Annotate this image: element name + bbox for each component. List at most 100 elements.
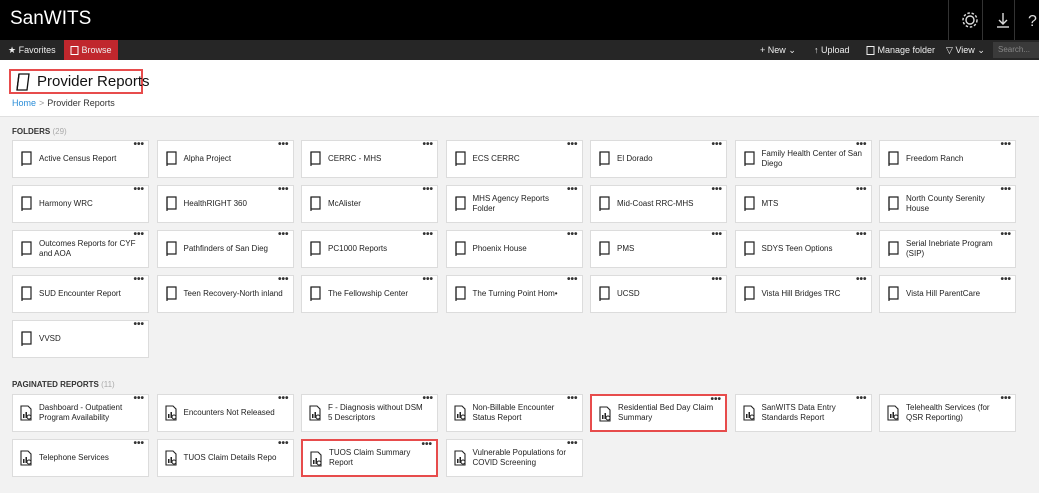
ellipsis-icon[interactable]: ••• (856, 393, 867, 404)
ellipsis-icon[interactable]: ••• (133, 274, 144, 285)
ellipsis-icon[interactable]: ••• (567, 184, 578, 195)
folder-tile[interactable]: North County Serenity House ••• (879, 184, 1016, 223)
gear-icon[interactable] (959, 9, 981, 31)
folder-tile[interactable]: McAlister ••• (301, 184, 438, 223)
folder-tile[interactable]: The Fellowship Center ••• (301, 274, 438, 313)
view-button[interactable]: ▽ View ⌄ (946, 40, 985, 60)
report-tile[interactable]: Telephone Services ••• (12, 438, 149, 477)
report-tile[interactable]: Non-Billable Encounter Status Report ••• (445, 393, 583, 432)
ellipsis-icon[interactable]: ••• (133, 438, 144, 449)
report-tile[interactable]: F - Diagnosis without DSM 5 Descriptors •… (301, 393, 438, 432)
ellipsis-icon[interactable]: ••• (278, 184, 289, 195)
ellipsis-icon[interactable]: ••• (711, 229, 722, 240)
ellipsis-icon[interactable]: ••• (278, 229, 289, 240)
folder-tile[interactable]: UCSD ••• (590, 274, 727, 313)
ellipsis-icon[interactable]: ••• (1000, 393, 1011, 404)
folder-tile[interactable]: Freedom Ranch ••• (879, 139, 1016, 178)
report-icon (453, 405, 467, 421)
folder-tile[interactable]: Pathfinders of San Dieg ••• (156, 229, 294, 268)
folder-tile[interactable]: ECS CERRC ••• (445, 139, 583, 178)
ellipsis-icon[interactable]: ••• (711, 184, 722, 195)
ellipsis-icon[interactable]: ••• (422, 229, 433, 240)
divider (1014, 0, 1015, 40)
folder-tile[interactable]: Teen Recovery-North inland ••• (156, 274, 294, 313)
folder-tile[interactable]: SUD Encounter Report ••• (12, 274, 149, 313)
folder-tile[interactable]: Outcomes Reports for CYF and AOA ••• (12, 229, 149, 268)
ellipsis-icon[interactable]: ••• (1000, 229, 1011, 240)
tile-label: Encounters Not Released (183, 408, 275, 417)
breadcrumb-home-link[interactable]: Home (12, 98, 36, 108)
ellipsis-icon[interactable]: ••• (1000, 184, 1011, 195)
ellipsis-icon[interactable]: ••• (1000, 139, 1011, 150)
report-tile[interactable]: Telehealth Services (for QSR Reporting) •… (879, 393, 1016, 432)
new-button[interactable]: + New ⌄ (760, 40, 796, 60)
ellipsis-icon[interactable]: ••• (856, 274, 867, 285)
report-tile[interactable]: SanWITS Data Entry Standards Report ••• (734, 393, 872, 432)
report-tile[interactable]: Vulnerable Populations for COVID Screeni… (445, 438, 583, 477)
ellipsis-icon[interactable]: ••• (422, 393, 433, 404)
ellipsis-icon[interactable]: ••• (567, 438, 578, 449)
ellipsis-icon[interactable]: ••• (278, 274, 289, 285)
folder-icon (19, 286, 33, 302)
ellipsis-icon[interactable]: ••• (133, 393, 144, 404)
ellipsis-icon[interactable]: ••• (711, 274, 722, 285)
page-title: Provider Reports (37, 73, 150, 90)
ellipsis-icon[interactable]: ••• (422, 184, 433, 195)
ellipsis-icon[interactable]: ••• (133, 229, 144, 240)
folder-tile[interactable]: Vista Hill ParentCare ••• (879, 274, 1016, 313)
ellipsis-icon[interactable]: ••• (133, 184, 144, 195)
favorites-tab[interactable]: ★ Favorites (8, 40, 56, 60)
report-tile[interactable]: Dashboard - Outpatient Program Availabil… (12, 393, 149, 432)
download-icon[interactable] (992, 9, 1014, 31)
browse-tab[interactable]: Browse (64, 40, 118, 60)
folder-tile[interactable]: MTS ••• (734, 184, 872, 223)
ellipsis-icon[interactable]: ••• (278, 139, 289, 150)
ellipsis-icon[interactable]: ••• (711, 139, 722, 150)
folder-tile[interactable]: Serial Inebriate Program (SIP) ••• (879, 229, 1016, 268)
ellipsis-icon[interactable]: ••• (421, 439, 432, 450)
report-tile[interactable]: Residential Bed Day Claim Summary ••• (590, 394, 727, 432)
ellipsis-icon[interactable]: ••• (422, 274, 433, 285)
folder-tile[interactable]: Mid-Coast RRC-MHS ••• (590, 184, 727, 223)
folder-icon (453, 196, 467, 212)
ellipsis-icon[interactable]: ••• (567, 229, 578, 240)
folder-tile[interactable]: MHS Agency Reports Folder ••• (445, 184, 583, 223)
help-icon[interactable]: ? (1024, 9, 1039, 31)
folder-tile[interactable]: VVSD ••• (12, 319, 149, 358)
ellipsis-icon[interactable]: ••• (567, 274, 578, 285)
report-tile[interactable]: Encounters Not Released ••• (156, 393, 294, 432)
report-tile[interactable]: TUOS Claim Details Repo ••• (156, 438, 294, 477)
folder-tile[interactable]: HealthRIGHT 360 ••• (156, 184, 294, 223)
folder-tile[interactable]: Alpha Project ••• (156, 139, 294, 178)
folder-tile[interactable]: The Turning Point Hom• ••• (445, 274, 583, 313)
ellipsis-icon[interactable]: ••• (710, 394, 721, 405)
ellipsis-icon[interactable]: ••• (856, 139, 867, 150)
ellipsis-icon[interactable]: ••• (856, 184, 867, 195)
folder-tile[interactable]: Active Census Report ••• (12, 139, 149, 178)
browse-label: Browse (81, 45, 112, 55)
search-input[interactable]: Search... (993, 42, 1039, 58)
report-tile[interactable]: TUOS Claim Summary Report ••• (301, 439, 438, 477)
upload-button[interactable]: ↑ Upload (814, 40, 850, 60)
folder-tile[interactable]: Vista Hill Bridges TRC ••• (734, 274, 872, 313)
folder-tile[interactable]: Phoenix House ••• (445, 229, 583, 268)
folder-tile[interactable]: CERRC - MHS ••• (301, 139, 438, 178)
ellipsis-icon[interactable]: ••• (133, 319, 144, 330)
ellipsis-icon[interactable]: ••• (1000, 274, 1011, 285)
ellipsis-icon[interactable]: ••• (567, 139, 578, 150)
ellipsis-icon[interactable]: ••• (133, 139, 144, 150)
ellipsis-icon[interactable]: ••• (422, 139, 433, 150)
ellipsis-icon[interactable]: ••• (278, 393, 289, 404)
folder-tile[interactable]: PMS ••• (590, 229, 727, 268)
folder-tile[interactable]: SDYS Teen Options ••• (734, 229, 872, 268)
folder-tile[interactable]: El Dorado ••• (590, 139, 727, 178)
manage-folder-button[interactable]: Manage folder (866, 40, 935, 60)
folder-icon (164, 241, 178, 257)
ellipsis-icon[interactable]: ••• (856, 229, 867, 240)
ellipsis-icon[interactable]: ••• (567, 393, 578, 404)
folder-tile[interactable]: PC1000 Reports ••• (301, 229, 438, 268)
ellipsis-icon[interactable]: ••• (278, 438, 289, 449)
folder-tile[interactable]: Harmony WRC ••• (12, 184, 149, 223)
app-title[interactable]: SanWITS (10, 8, 91, 30)
folder-tile[interactable]: Family Health Center of San Diego ••• (734, 139, 872, 178)
